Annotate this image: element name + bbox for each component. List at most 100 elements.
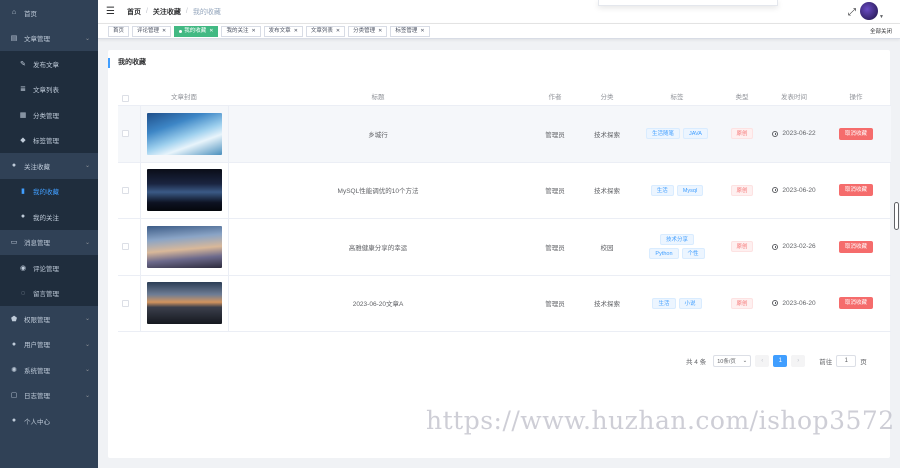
row-checkbox[interactable] <box>121 299 129 307</box>
article-cover-image[interactable] <box>146 169 222 212</box>
row-checkbox-cell <box>118 276 132 332</box>
tag-view-item[interactable]: 我的关注 ✕ <box>221 25 261 37</box>
close-all-button[interactable]: 全部关闭 <box>870 27 892 35</box>
close-icon[interactable]: ✕ <box>294 27 298 36</box>
sidebar-item-label: 留言管理 <box>33 291 59 299</box>
article-cover-image[interactable] <box>146 225 222 268</box>
close-icon[interactable]: ✕ <box>420 27 424 36</box>
next-page-button[interactable]: › <box>791 355 806 367</box>
sidebar-item[interactable]: ◌ 留言管理 <box>0 280 98 306</box>
tag-view-item[interactable]: 文章列表 ✕ <box>305 25 346 37</box>
row-checkbox[interactable] <box>121 130 129 138</box>
prev-page-button[interactable]: ‹ <box>755 355 770 367</box>
unfavorite-button[interactable]: 取消收藏 <box>838 240 873 253</box>
chevron-down-icon: ⌄ <box>84 239 90 246</box>
sidebar-item[interactable]: ● 用户管理 ⌄ <box>0 332 98 358</box>
tags-view: 首页 评论管理 ✕ 我的收藏 ✕ 我的关注 ✕ 发布文章 ✕ 文章列表 ✕ 分类管理 ✕ 标签管理 ✕ 全部关… <box>98 24 900 39</box>
cell-divider <box>140 106 141 162</box>
user-icon: ● <box>11 162 17 170</box>
goto-page-input[interactable]: 1 <box>836 355 857 367</box>
row-checkbox[interactable] <box>121 186 129 194</box>
unfavorite-button[interactable]: 取消收藏 <box>838 127 873 140</box>
sidebar-item[interactable]: ● 我的关注 <box>0 204 98 230</box>
row-checkbox[interactable] <box>121 243 129 251</box>
sidebar-item[interactable]: ▭ 消息管理 ⌄ <box>0 230 98 256</box>
tag-view-label: 评论管理 <box>137 27 160 34</box>
sidebar-item[interactable]: ✎ 发布文章 <box>0 51 98 77</box>
tag-view-label: 我的关注 <box>226 27 249 34</box>
page-number-button[interactable]: 1 <box>773 355 788 367</box>
close-icon[interactable]: ✕ <box>378 27 382 36</box>
tag-view-item[interactable]: 标签管理 ✕ <box>390 25 430 37</box>
sidebar-item-label: 文章列表 <box>33 87 59 95</box>
tag-view-item[interactable]: 我的收藏 ✕ <box>174 25 219 37</box>
unfavorite-button[interactable]: 取消收藏 <box>838 297 873 310</box>
article-title[interactable]: 乡城行 <box>228 106 528 162</box>
sidebar-item-label: 消息管理 <box>24 240 50 248</box>
fullscreen-icon[interactable]: ⤢ <box>848 7 856 18</box>
chevron-down-icon: ⌄ <box>84 367 90 374</box>
type-badge: 原创 <box>731 184 753 196</box>
breadcrumb-section[interactable]: 关注收藏 <box>153 7 181 17</box>
date-cell: 2023-06-20 <box>762 163 826 219</box>
article-title[interactable]: 高雅健康分享的幸运 <box>228 219 528 275</box>
sidebar-item[interactable]: ≣ 文章列表 <box>0 76 98 102</box>
avatar[interactable] <box>860 2 878 20</box>
article-category: 校园 <box>600 244 614 252</box>
close-icon[interactable]: ✕ <box>251 27 255 36</box>
cell-divider <box>140 275 141 331</box>
table-row[interactable]: 乡城行 管理员 技术探索 生活随笔 JAVA 原创 2023-06-22 取消收藏 <box>118 106 891 163</box>
tag-view-item[interactable]: 首页 <box>108 25 130 37</box>
sidebar-item[interactable]: ▤ 文章管理 ⌄ <box>0 26 98 52</box>
sidebar-item[interactable]: ⬟ 权限管理 ⌄ <box>0 306 98 332</box>
article-title[interactable]: 2023-06-20文章A <box>228 276 528 332</box>
sidebar-item-label: 评论管理 <box>33 265 59 273</box>
select-all-checkbox[interactable] <box>121 94 129 102</box>
sidebar-item[interactable]: ▮ 我的收藏 <box>0 178 98 204</box>
tag-list: 技术分享 Python 个性 <box>644 234 710 260</box>
tag-view-item[interactable]: 分类管理 ✕ <box>348 25 388 37</box>
article-tag: Python <box>649 248 679 260</box>
caret-down-icon[interactable]: ▼ <box>879 14 884 20</box>
sidebar-item[interactable]: ▦ 分类管理 <box>0 102 98 128</box>
favorites-card: 我的收藏 文章封面 标题 作者 分类 标签 类型 发表时间 操作 乡城行 管理员技… <box>108 50 891 458</box>
sidebar-item[interactable]: ● 个人中心 <box>0 408 98 434</box>
column-header-type: 类型 <box>735 94 749 101</box>
article-category: 技术探索 <box>594 131 620 139</box>
tag-view-label: 我的收藏 <box>184 27 207 34</box>
breadcrumb-current: 我的收藏 <box>192 8 221 16</box>
shield-icon: ⬟ <box>10 315 18 323</box>
sidebar-item[interactable]: ◉ 评论管理 <box>0 255 98 281</box>
article-cover-image[interactable] <box>146 112 222 155</box>
breadcrumb-home[interactable]: 首页 <box>127 7 141 17</box>
article-tag: Mysql <box>676 184 704 196</box>
article-title[interactable]: MySQL性能调优的10个方法 <box>228 163 528 219</box>
tag-view-item[interactable]: 发布文章 ✕ <box>263 25 303 37</box>
table-row[interactable]: 高雅健康分享的幸运 管理员 校园 技术分享 Python 个性 原创 2023-02-26 取消… <box>118 219 891 276</box>
sidebar-item[interactable]: ⌂ 首页 <box>0 0 98 26</box>
article-cover-image[interactable] <box>146 282 222 325</box>
sidebar-item[interactable]: ◆ 标签管理 <box>0 127 98 153</box>
hamburger-icon[interactable]: ☰ <box>106 6 115 17</box>
close-icon[interactable]: ✕ <box>162 27 166 36</box>
table-row[interactable]: 2023-06-20文章A 管理员 技术探索 生活 小说 原创 2023-06-20 取消收藏 <box>118 275 891 332</box>
sidebar-item[interactable]: ▢ 日志管理 ⌄ <box>0 383 98 409</box>
sidebar-item-label: 日志管理 <box>24 393 50 401</box>
close-icon[interactable]: ✕ <box>209 27 213 36</box>
page-size-select[interactable]: 10条/页 ⌄ <box>713 355 752 367</box>
close-icon[interactable]: ✕ <box>336 27 340 36</box>
article-category: 技术探索 <box>594 188 620 196</box>
table-row[interactable]: MySQL性能调优的10个方法 管理员 技术探索 生活 Mysql 原创 2023-06-2… <box>118 162 891 219</box>
publish-date: 2023-06-20 <box>782 186 816 194</box>
tags-cell: 生活 Mysql <box>632 163 722 219</box>
sidebar-item[interactable]: ✺ 系统管理 ⌄ <box>0 357 98 383</box>
page-scrollbar[interactable] <box>894 202 899 230</box>
sidebar-item-label: 文章管理 <box>24 36 50 44</box>
publish-date: 2023-06-22 <box>782 130 816 138</box>
tag-icon: ◆ <box>20 137 26 145</box>
sidebar-item[interactable]: ● 关注收藏 ⌄ <box>0 153 98 179</box>
unfavorite-button[interactable]: 取消收藏 <box>838 184 873 197</box>
tag-view-label: 文章列表 <box>310 27 333 34</box>
cover-cell <box>144 276 224 332</box>
tag-view-item[interactable]: 评论管理 ✕ <box>132 25 172 37</box>
